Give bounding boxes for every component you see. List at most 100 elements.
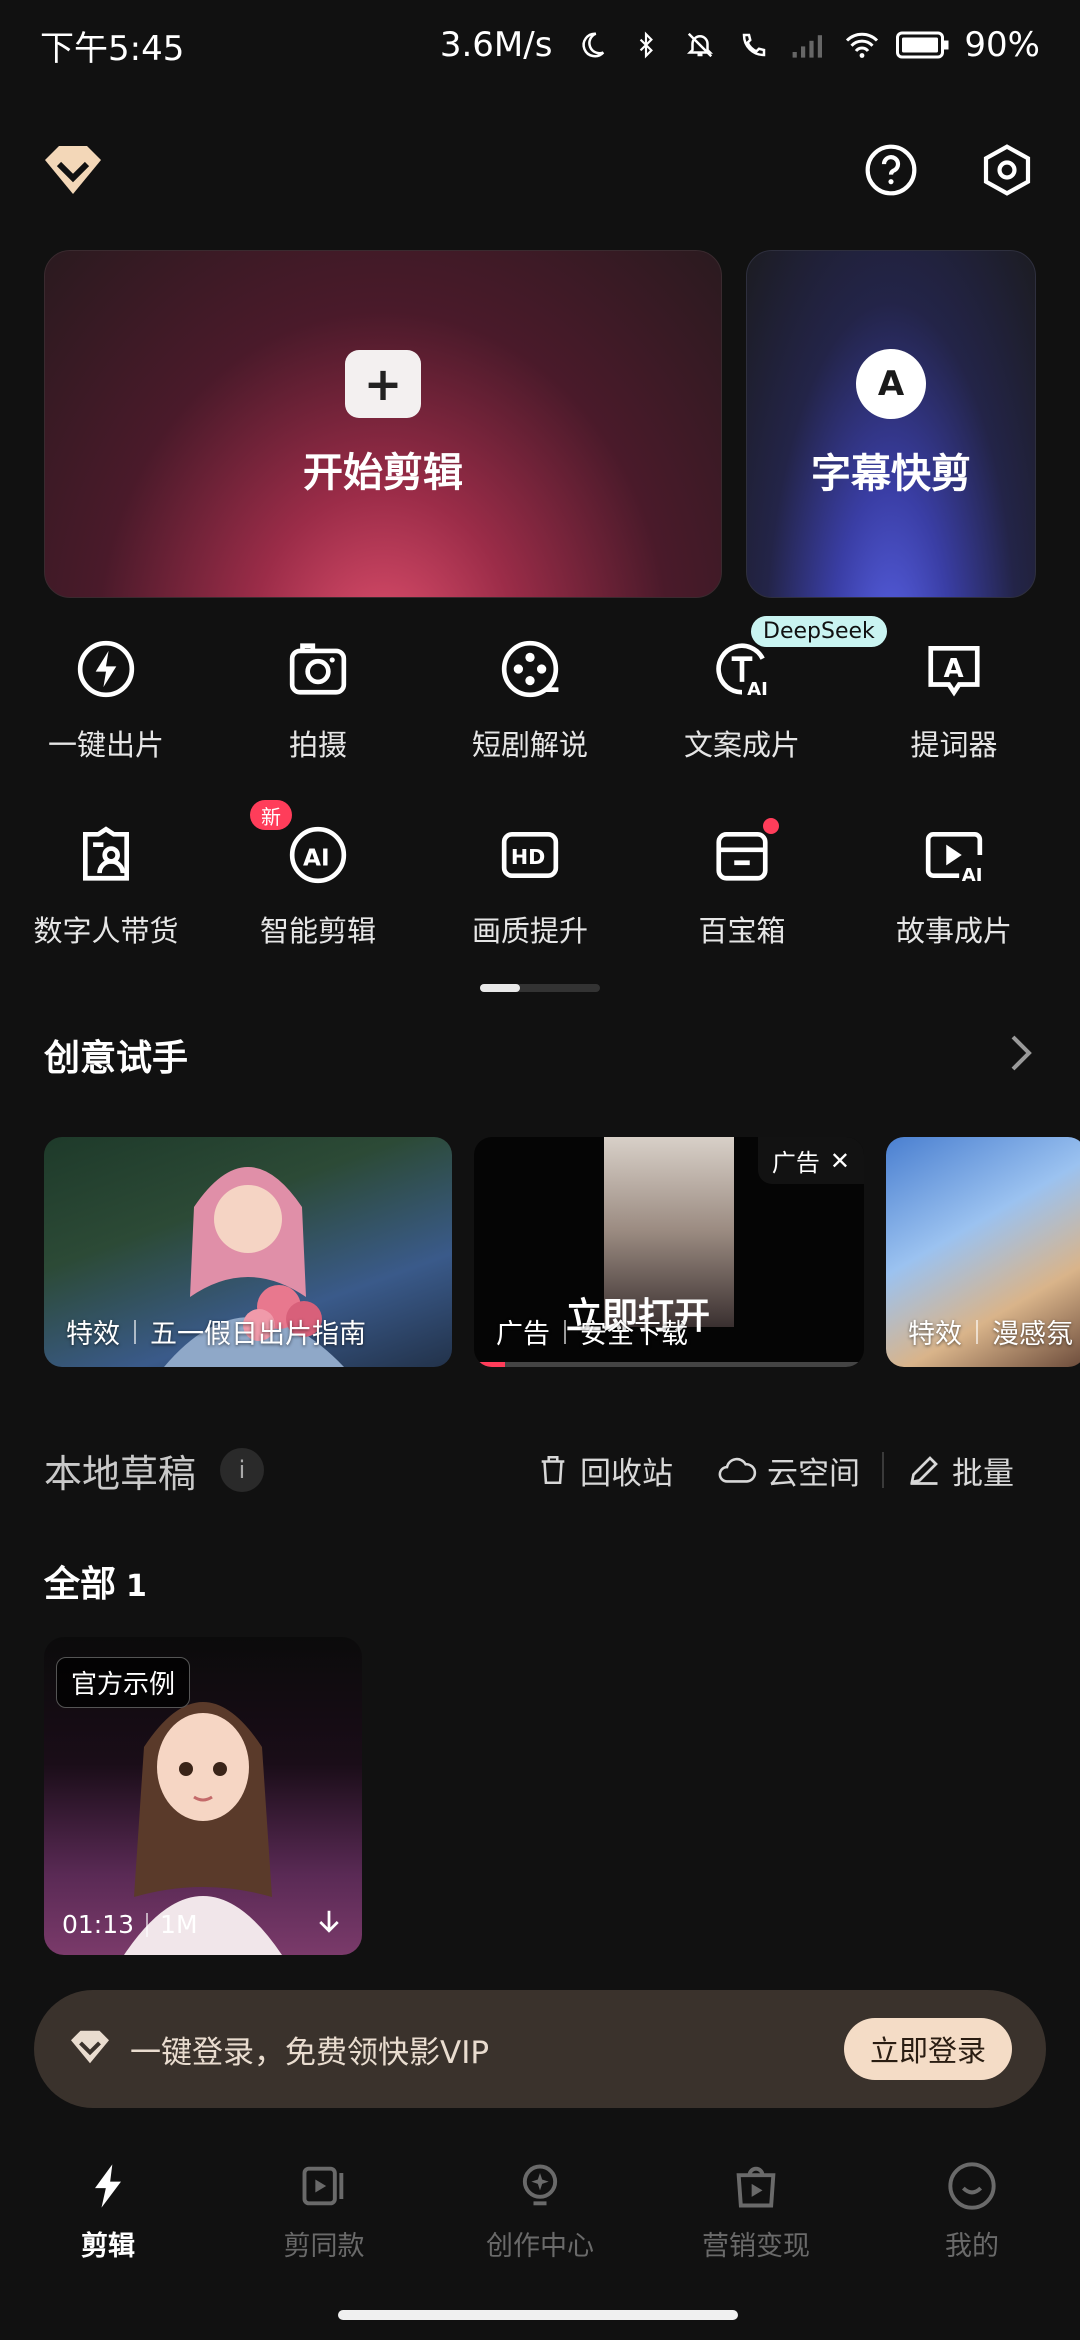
tool-label: 数字人带货	[33, 914, 179, 948]
bottom-nav: 剪辑 剪同款 创作中心 营销变现 我的	[0, 2160, 1080, 2280]
creative-cards: 特效 五一假日出片指南 广告 ✕ 立即打开 广告 安全下载 特效 漫感氛	[44, 1137, 1080, 1367]
nav-label: 创作中心	[486, 2231, 594, 2262]
official-sample-tag: 官方示例	[56, 1657, 191, 1708]
nav-marketing[interactable]: 营销变现	[648, 2160, 864, 2280]
svg-text:A: A	[944, 654, 964, 684]
notification-dot	[763, 818, 779, 834]
tool-text-to-video[interactable]: AI DeepSeek 文案成片	[636, 616, 887, 806]
story-ai-icon: AI	[919, 820, 989, 890]
drafts-header: 本地草稿 i 回收站 云空间 批量	[44, 1440, 1036, 1500]
tool-one-click[interactable]: 一键出片	[0, 620, 212, 806]
pencil-icon	[910, 1456, 938, 1485]
hd-icon: HD	[495, 820, 565, 890]
new-badge: 新	[250, 800, 292, 830]
smile-icon	[948, 2162, 996, 2210]
bell-mute-icon	[680, 25, 720, 65]
home-indicator[interactable]	[338, 2310, 738, 2320]
tool-label: 百宝箱	[698, 914, 786, 948]
toolbox-icon	[707, 818, 779, 890]
tool-label: 提词器	[910, 728, 998, 762]
ad-label[interactable]: 广告 ✕	[757, 1137, 864, 1184]
shopping-bag-icon	[736, 2166, 776, 2208]
trash-icon	[541, 1455, 565, 1485]
status-time: 下午5:45	[40, 28, 185, 69]
svg-text:AI: AI	[747, 679, 768, 700]
app-logo-icon[interactable]	[40, 137, 106, 203]
draft-count: 1	[126, 1569, 147, 1604]
card-title: 安全下载	[580, 1319, 688, 1350]
ad-card[interactable]: 广告 ✕ 立即打开 广告 安全下载	[474, 1137, 864, 1367]
login-promo-text: 一键登录，免费领快影VIP	[130, 2034, 490, 2071]
download-icon[interactable]	[314, 1907, 344, 1941]
nav-templates[interactable]: 剪同款	[216, 2160, 432, 2280]
status-icons: 3.6M/s 90%	[440, 25, 1040, 65]
draft-duration: 01:13	[62, 1910, 135, 1939]
nav-label: 剪同款	[283, 2231, 365, 2262]
tool-short-drama[interactable]: 短剧解说	[424, 620, 636, 806]
film-reel-icon	[495, 634, 565, 704]
card-tag: 特效	[908, 1319, 962, 1350]
creative-title: 创意试手	[44, 1038, 189, 1079]
tool-label: 短剧解说	[471, 728, 588, 762]
batch-button[interactable]: 批量	[884, 1448, 1036, 1493]
subtitle-quick-cut-label: 字幕快剪	[811, 451, 971, 497]
all-drafts-filter[interactable]: 全部 1	[44, 1555, 147, 1607]
ad-label-text: 广告	[771, 1149, 820, 1177]
tool-teleprompter[interactable]: A 提词器	[848, 620, 1060, 806]
tool-label: 故事成片	[895, 914, 1012, 948]
card-caption: 广告 安全下载	[496, 1312, 688, 1351]
all-label: 全部	[44, 1564, 117, 1605]
draft-item[interactable]: 官方示例 01:13 1M	[44, 1637, 362, 1955]
card-title: 漫感氛	[992, 1319, 1073, 1350]
subtitle-quick-cut-card[interactable]: A 字幕快剪	[746, 250, 1036, 598]
nav-label: 营销变现	[702, 2231, 810, 2262]
top-bar	[40, 130, 1040, 210]
card-tag: 特效	[66, 1319, 120, 1350]
info-icon[interactable]: i	[220, 1448, 265, 1492]
ad-progress-bar	[474, 1362, 864, 1367]
camera-icon	[283, 634, 353, 704]
tool-story-video[interactable]: AI 故事成片	[848, 806, 1060, 992]
login-banner[interactable]: 一键登录，免费领快影VIP 立即登录	[34, 1990, 1046, 2108]
nav-profile[interactable]: 我的	[864, 2160, 1080, 2280]
recycle-bin-button[interactable]: 回收站	[514, 1448, 695, 1493]
creative-header[interactable]: 创意试手	[44, 1025, 1036, 1085]
nav-creator-center[interactable]: 创作中心	[432, 2160, 648, 2280]
tool-smart-edit[interactable]: AI 新 智能剪辑	[212, 800, 424, 992]
svg-text:AI: AI	[962, 865, 983, 886]
nav-label: 我的	[945, 2231, 999, 2262]
digital-human-icon	[71, 820, 141, 890]
card-caption: 特效 漫感氛	[908, 1312, 1073, 1351]
cloud-space-button[interactable]: 云空间	[695, 1448, 882, 1493]
help-icon[interactable]	[858, 137, 924, 203]
settings-icon[interactable]	[974, 137, 1040, 203]
page-indicator-active	[480, 984, 520, 992]
vip-logo-icon	[68, 2028, 112, 2070]
creative-card[interactable]: 特效 五一假日出片指南	[44, 1137, 452, 1367]
bluetooth-icon	[626, 25, 666, 65]
tool-digital-human[interactable]: 数字人带货	[0, 806, 212, 992]
tool-label: 拍摄	[288, 728, 347, 762]
draft-meta: 01:13 1M	[62, 1910, 198, 1939]
svg-text:HD: HD	[511, 845, 545, 869]
card-caption: 特效 五一假日出片指南	[66, 1312, 366, 1351]
creative-card[interactable]: 特效 漫感氛	[886, 1137, 1080, 1367]
network-speed: 3.6M/s	[439, 25, 553, 65]
cloud-label: 云空间	[767, 1455, 860, 1492]
nav-edit[interactable]: 剪辑	[0, 2160, 216, 2280]
lightning-icon	[95, 2164, 121, 2208]
tool-camera[interactable]: 拍摄	[212, 620, 424, 806]
recycle-label: 回收站	[580, 1455, 673, 1492]
lightning-circle-icon	[71, 634, 141, 704]
start-editing-card[interactable]: + 开始剪辑	[44, 250, 722, 598]
nav-label: 剪辑	[81, 2231, 135, 2262]
subtitle-a-icon: A	[856, 349, 926, 419]
tool-quality-boost[interactable]: HD 画质提升	[424, 806, 636, 992]
video-template-icon	[302, 2166, 344, 2206]
plus-icon: +	[345, 350, 421, 418]
status-bar: 下午5:45 3.6M/s 90%	[0, 0, 1080, 90]
chevron-right-icon[interactable]	[1006, 1033, 1036, 1077]
close-icon[interactable]: ✕	[830, 1147, 850, 1175]
tool-toolbox[interactable]: 百宝箱	[636, 806, 848, 992]
login-button[interactable]: 立即登录	[844, 2018, 1012, 2080]
